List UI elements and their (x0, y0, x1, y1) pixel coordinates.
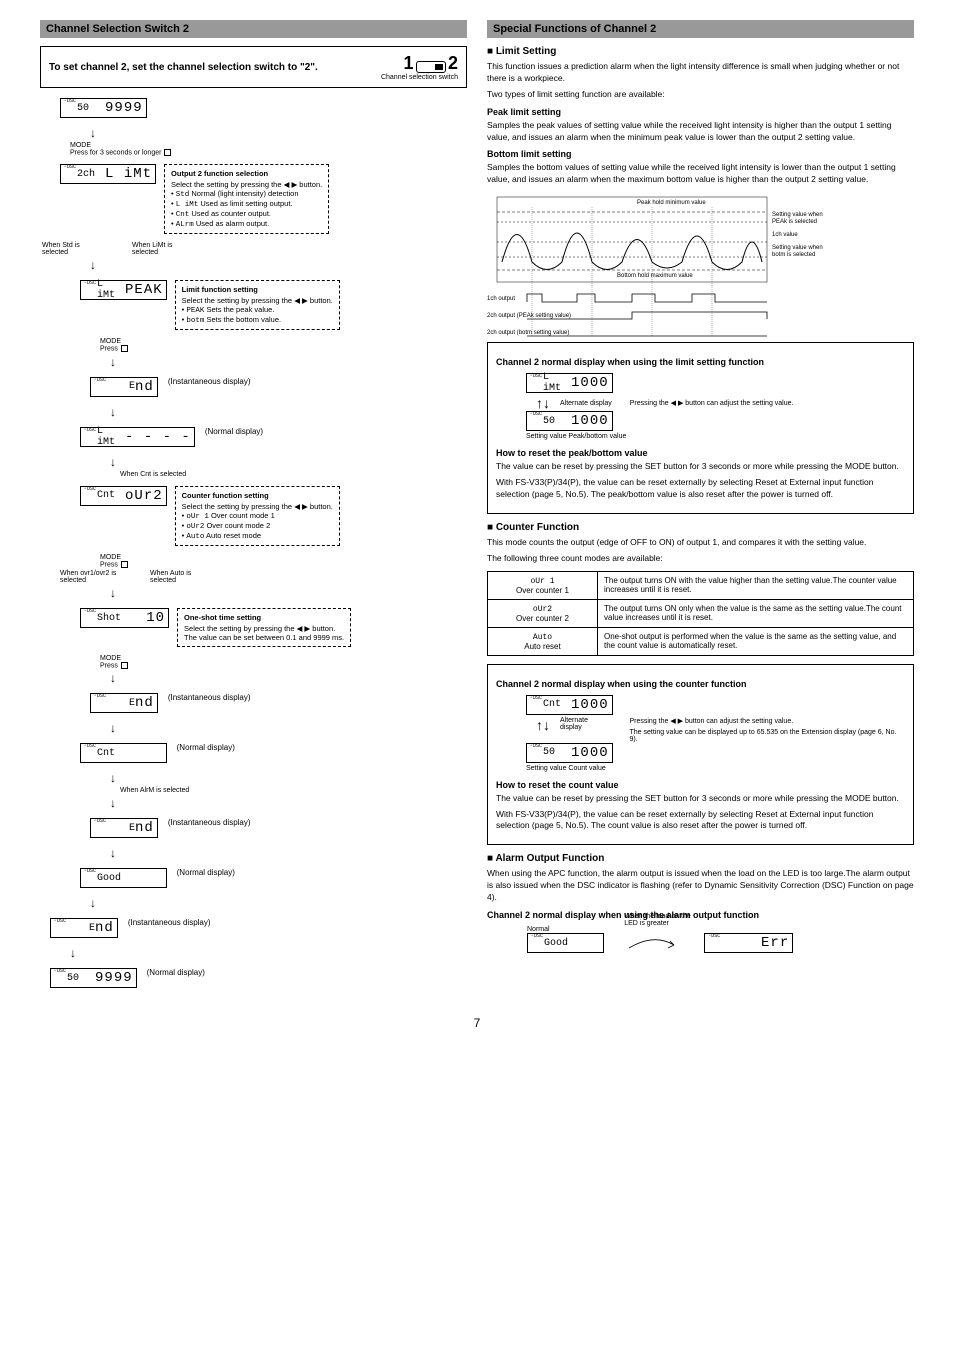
instruction-box: To set channel 2, set the channel select… (40, 46, 467, 88)
counter-title: ■ Counter Function (487, 522, 914, 533)
seg-alarm-good: ▫DSC Good (527, 933, 604, 953)
seg-initial: ▫DSC 50 9999 (60, 98, 147, 118)
when-std-label: When Std is selected (42, 242, 92, 256)
alarm-title: ■ Alarm Output Function (487, 853, 914, 864)
flowchart: ▫DSC 50 9999 ↓ MODEPress for 3 seconds o… (40, 98, 467, 988)
reset-count-title: How to reset the count value (496, 780, 905, 790)
counter-p1: This mode counts the output (edge of OFF… (487, 537, 914, 549)
svg-text:1ch output: 1ch output (487, 296, 515, 302)
reset-count-p2: With FS-V33(P)/34(P), the value can be r… (496, 809, 905, 833)
svg-text:Setting value when: Setting value when (772, 212, 823, 218)
alarm-display-row: Normal ▫DSC Good When the load on the LE… (527, 926, 914, 953)
seg-limt-peak: ▫DSC L iMt PEAK (80, 280, 167, 300)
table-row: oUr2Over counter 2 The output turns ON o… (488, 599, 914, 627)
reset-count-p1: The value can be reset by pressing the S… (496, 793, 905, 805)
count-modes-table: oUr 1Over counter 1 The output turns ON … (487, 571, 914, 656)
seg-end2: ▫DSC E nd (90, 693, 158, 713)
switch-graphic: 1 2 Channel selection switch (381, 53, 458, 81)
when-auto-label: When Auto is selected (150, 570, 210, 584)
svg-text:2ch output (PEAk setting value: 2ch output (PEAk setting value) (487, 313, 571, 319)
svg-text:2ch output (botm setting value: 2ch output (botm setting value) (487, 330, 569, 336)
instant-label-4: (Instantaneous display) (128, 918, 211, 927)
seg-box1-1: ▫DSC L iMt 1000 (526, 373, 613, 393)
oneshot-box: One-shot time setting Select the setting… (177, 608, 351, 647)
alarm-p: When using the APC function, the alarm o… (487, 868, 914, 904)
svg-text:PEAk is selected: PEAk is selected (772, 219, 817, 225)
seg-final: ▫DSC 50 9999 (50, 968, 137, 988)
page-number: 7 (40, 1016, 914, 1030)
reset-peak-title: How to reset the peak/bottom value (496, 448, 905, 458)
seg-box2-1: ▫DSC Cnt 1000 (526, 695, 613, 715)
counter-display-box: Channel 2 normal display when using the … (487, 664, 914, 846)
when-limt-label: When LiMt is selected (132, 242, 192, 256)
normal-label-3: (Normal display) (177, 868, 235, 877)
limit-p1: This function issues a prediction alarm … (487, 61, 914, 85)
table-row: AutoAuto reset One-shot output is perfor… (488, 627, 914, 655)
bottom-title: Bottom limit setting (487, 149, 914, 159)
seg-limt-dash: ▫DSC L iMt - - - - (80, 427, 195, 447)
seg-cnt2: ▫DSC Cnt (80, 743, 167, 763)
when-alrm-label: When AlrM is selected (120, 787, 467, 794)
counter-fn-box: Counter function setting Select the sett… (175, 486, 340, 546)
table-row: oUr 1Over counter 1 The output turns ON … (488, 571, 914, 599)
reset-peak-p2: With FS-V33(P)/34(P), the value can be r… (496, 477, 905, 501)
counter-p2: The following three count modes are avai… (487, 553, 914, 565)
svg-text:1ch value: 1ch value (772, 232, 798, 238)
limit-title: ■ Limit Setting (487, 46, 914, 57)
svg-text:Bottom hold maximum value: Bottom hold maximum value (617, 273, 693, 279)
seg-2ch: ▫DSC 2ch L iMt (60, 164, 156, 184)
peak-p: Samples the peak values of setting value… (487, 120, 914, 144)
seg-cnt: ▫DSC Cnt oUr2 (80, 486, 167, 506)
seg-alarm-err: ▫DSC Err (704, 933, 793, 953)
seg-box1-2: ▫DSC 50 1000 (526, 411, 613, 431)
waveform-graph: Peak hold minimum value Setting value wh… (487, 192, 914, 332)
seg-shot: ▫DSC Shot 10 (80, 608, 169, 628)
instant-label: (Instantaneous display) (168, 377, 251, 386)
limit-p2: Two types of limit setting function are … (487, 89, 914, 101)
when-ovr-label: When ovr1/ovr2 is selected (60, 570, 120, 584)
right-header: Special Functions of Channel 2 (487, 20, 914, 38)
reset-peak-p1: The value can be reset by pressing the S… (496, 461, 905, 473)
instruction-text: To set channel 2, set the channel select… (49, 62, 318, 73)
seg-end-final: ▫DSC E nd (50, 918, 118, 938)
normal-label-4: (Normal display) (147, 968, 205, 977)
normal-label-2: (Normal display) (177, 743, 235, 752)
peak-title: Peak limit setting (487, 107, 914, 117)
svg-text:botm is selected: botm is selected (772, 252, 815, 258)
seg-end3: ▫DSC E nd (90, 818, 158, 838)
svg-text:Peak hold minimum value: Peak hold minimum value (637, 200, 706, 206)
normal-label: (Normal display) (205, 427, 263, 436)
left-header: Channel Selection Switch 2 (40, 20, 467, 38)
limit-fn-box: Limit function setting Select the settin… (175, 280, 340, 330)
seg-box2-2: ▫DSC 50 1000 (526, 743, 613, 763)
when-cnt-label: When Cnt is selected (120, 471, 467, 478)
seg-end1: ▫DSC E nd (90, 377, 158, 397)
instant-label-2: (Instantaneous display) (168, 693, 251, 702)
svg-text:Setting value when: Setting value when (772, 245, 823, 251)
limit-display-box: Channel 2 normal display when using the … (487, 342, 914, 514)
bottom-p: Samples the bottom values of setting val… (487, 162, 914, 186)
instant-label-3: (Instantaneous display) (168, 818, 251, 827)
seg-good: ▫DSC Good (80, 868, 167, 888)
out2-fn-box: Output 2 function selection Select the s… (164, 164, 329, 234)
